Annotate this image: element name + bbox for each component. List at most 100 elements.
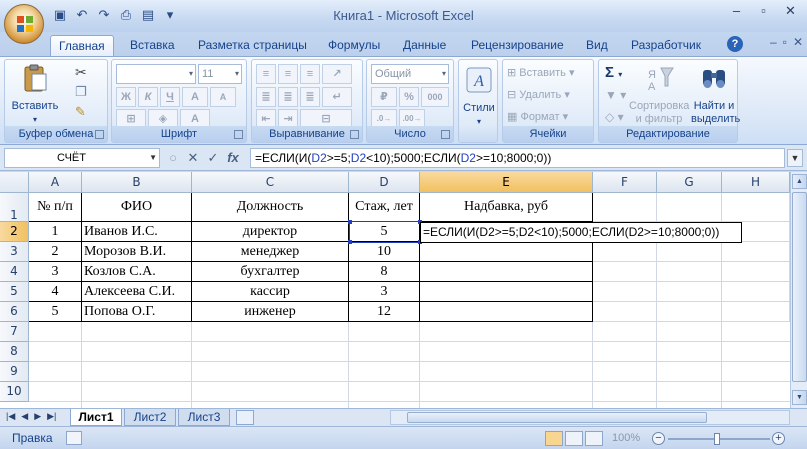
tab-insert[interactable]: Вставка <box>122 35 183 56</box>
office-button[interactable] <box>4 4 44 44</box>
font-launcher-icon[interactable] <box>234 130 243 139</box>
cell-d1[interactable]: Стаж, лет <box>349 193 420 222</box>
cell-d4[interactable]: 8 <box>349 262 420 282</box>
formula-input[interactable]: =ЕСЛИ(И(D2>=5;D2<10);5000;ЕСЛИ(D2>=10;80… <box>250 148 785 168</box>
vertical-scroll-thumb[interactable] <box>792 192 807 382</box>
cell-c1[interactable]: Должность <box>192 193 349 222</box>
last-sheet-icon[interactable]: ▶| <box>47 411 56 422</box>
tab-developer[interactable]: Разработчик <box>623 35 709 56</box>
grow-font-button[interactable]: A <box>182 87 208 107</box>
next-sheet-icon[interactable]: ▶ <box>34 411 41 422</box>
chevron-down-icon[interactable]: ▼ <box>149 149 157 167</box>
cell-d3[interactable]: 10 <box>349 242 420 262</box>
new-sheet-icon[interactable] <box>236 410 254 425</box>
column-header-f[interactable]: F <box>593 172 657 193</box>
cell-editor[interactable]: =ЕСЛИ(И(D2>=5;D2<10);5000;ЕСЛИ(D2>=10;80… <box>420 222 742 243</box>
scroll-down-icon[interactable]: ▼ <box>792 390 807 405</box>
tab-page-layout[interactable]: Разметка страницы <box>190 35 315 56</box>
row-header-10[interactable]: 10 <box>0 382 29 402</box>
row-header-1[interactable]: 1 <box>0 193 29 222</box>
cell-c6[interactable]: инженер <box>192 302 349 322</box>
cell-a1[interactable]: № п/п <box>29 193 82 222</box>
cell-a3[interactable]: 2 <box>29 242 82 262</box>
zoom-out-icon[interactable]: − <box>652 432 665 445</box>
format-painter-icon[interactable]: ✎ <box>75 104 86 120</box>
row-header-7[interactable]: 7 <box>0 322 29 342</box>
cell-b3[interactable]: Морозов В.И. <box>82 242 192 262</box>
sheet-tab-3[interactable]: Лист3 <box>178 409 230 426</box>
cell-a6[interactable]: 5 <box>29 302 82 322</box>
macro-record-icon[interactable] <box>66 431 82 445</box>
number-launcher-icon[interactable] <box>441 130 450 139</box>
expand-formula-bar-icon[interactable]: ▼ <box>787 149 803 167</box>
cell-b5[interactable]: Алексеева С.И. <box>82 282 192 302</box>
column-header-b[interactable]: B <box>82 172 192 193</box>
workbook-restore-button[interactable]: ▫ <box>783 35 787 49</box>
autosum-button[interactable]: Σ ▾ <box>605 64 622 81</box>
number-format-combo[interactable]: Общий ▾ <box>371 64 449 84</box>
row-header-8[interactable]: 8 <box>0 342 29 362</box>
align-bottom-icon[interactable]: ≡ <box>300 64 320 84</box>
cell-e1[interactable]: Надбавка, руб <box>420 193 593 222</box>
tab-review[interactable]: Рецензирование <box>463 35 572 56</box>
cut-icon[interactable]: ✂ <box>75 64 87 81</box>
cell-c4[interactable]: бухгалтер <box>192 262 349 282</box>
copy-icon[interactable]: ❐ <box>75 84 87 100</box>
cell-b6[interactable]: Попова О.Г. <box>82 302 192 322</box>
delete-cells-button[interactable]: ⊟ Удалить ▾ <box>507 88 570 101</box>
sheet-tab-1[interactable]: Лист1 <box>70 409 122 426</box>
column-header-c[interactable]: C <box>192 172 349 193</box>
row-header-3[interactable]: 3 <box>0 242 29 262</box>
name-box[interactable]: СЧЁТ ▼ <box>4 148 160 168</box>
cell-c5[interactable]: кассир <box>192 282 349 302</box>
thousands-button[interactable]: 000 <box>421 87 449 107</box>
cell-b4[interactable]: Козлов С.А. <box>82 262 192 282</box>
zoom-level[interactable]: 100% <box>612 432 640 444</box>
cell-b1[interactable]: ФИО <box>82 193 192 222</box>
vertical-scrollbar[interactable]: ▲ ▼ <box>790 172 807 408</box>
column-header-a[interactable]: A <box>29 172 82 193</box>
find-select-button[interactable]: Найти и выделить <box>691 62 740 126</box>
orientation-icon[interactable]: ↗ <box>322 64 352 84</box>
align-top-icon[interactable]: ≡ <box>256 64 276 84</box>
font-size-combo[interactable]: 11 ▾ <box>198 64 242 84</box>
insert-function-icon[interactable]: fx <box>226 150 240 166</box>
zoom-slider-thumb[interactable] <box>714 433 720 445</box>
horizontal-scrollbar[interactable] <box>390 410 790 425</box>
column-header-e[interactable]: E <box>420 172 593 193</box>
bold-button[interactable]: Ж <box>116 87 136 107</box>
paste-dropdown-icon[interactable]: ▾ <box>9 113 61 126</box>
cell-a4[interactable]: 3 <box>29 262 82 282</box>
cell-b2[interactable]: Иванов И.С. <box>82 222 192 242</box>
cell-a2[interactable]: 1 <box>29 222 82 242</box>
column-header-h[interactable]: H <box>722 172 790 193</box>
align-middle-icon[interactable]: ≡ <box>278 64 298 84</box>
align-right-icon[interactable]: ≣ <box>300 87 320 107</box>
column-header-g[interactable]: G <box>657 172 722 193</box>
sort-filter-button[interactable]: Я А Сортировка и фильтр <box>629 62 689 126</box>
font-name-combo[interactable]: ▾ <box>116 64 196 84</box>
page-break-view-icon[interactable] <box>585 431 603 446</box>
select-all-button[interactable] <box>0 172 29 193</box>
tab-formulas[interactable]: Формулы <box>320 35 388 56</box>
row-header-9[interactable]: 9 <box>0 362 29 382</box>
cell-d6[interactable]: 12 <box>349 302 420 322</box>
cell-e6[interactable] <box>420 302 593 322</box>
clear-icon[interactable]: ◇ ▾ <box>605 110 624 124</box>
shrink-font-button[interactable]: A <box>210 87 236 107</box>
row-header-6[interactable]: 6 <box>0 302 29 322</box>
minimize-button[interactable]: – <box>724 2 749 20</box>
format-cells-button[interactable]: ▦ Формат ▾ <box>507 110 568 123</box>
zoom-in-icon[interactable]: + <box>772 432 785 445</box>
row-header-5[interactable]: 5 <box>0 282 29 302</box>
cell-e5[interactable] <box>420 282 593 302</box>
currency-icon[interactable]: ₽ <box>371 87 397 107</box>
tab-home[interactable]: Главная <box>50 35 114 56</box>
fill-icon[interactable]: ▼ ▾ <box>605 88 626 102</box>
column-header-d[interactable]: D <box>349 172 420 193</box>
normal-view-icon[interactable] <box>545 431 563 446</box>
cell-d5[interactable]: 3 <box>349 282 420 302</box>
tab-view[interactable]: Вид <box>578 35 616 56</box>
cell-e3[interactable] <box>420 242 593 262</box>
enter-icon[interactable]: ✓ <box>206 150 220 166</box>
